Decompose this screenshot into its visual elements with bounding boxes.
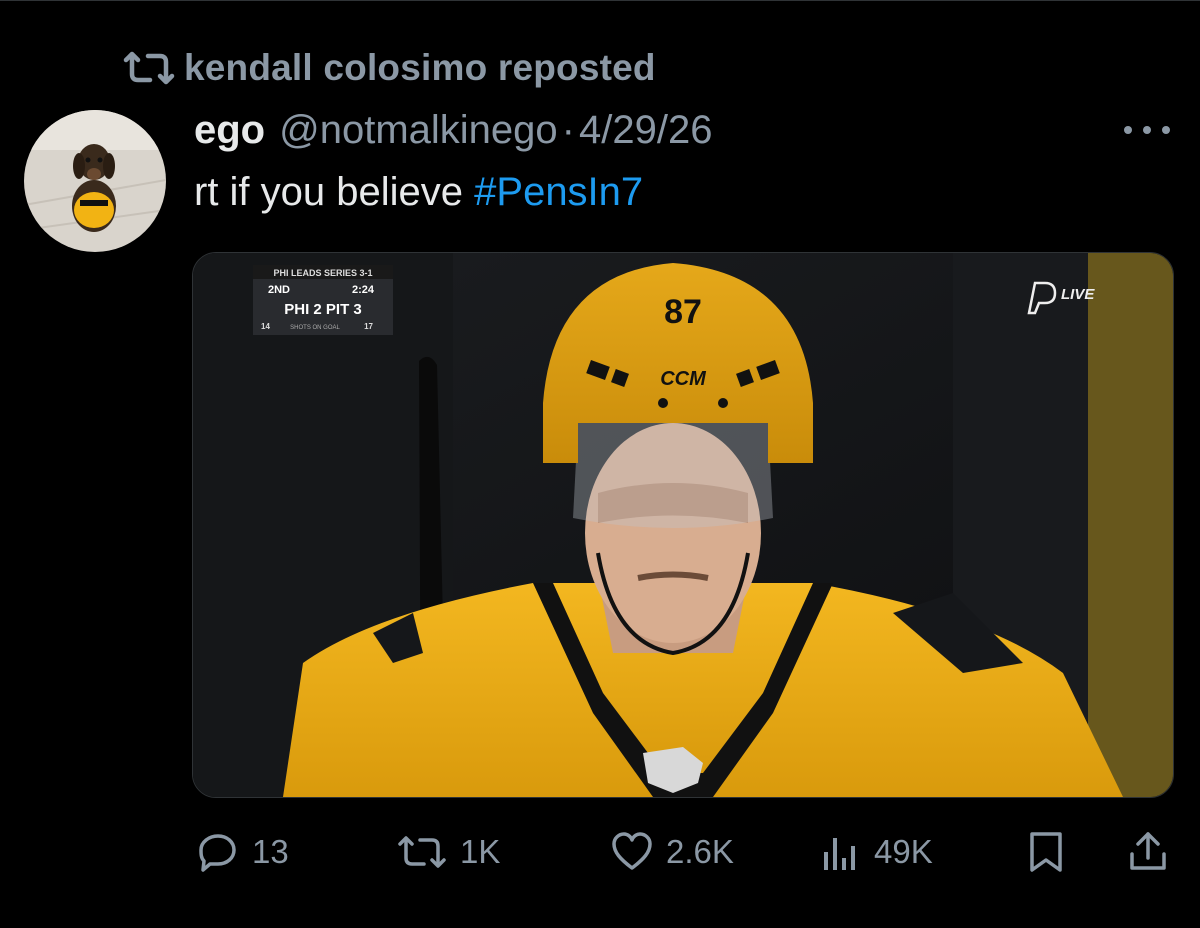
repost-text: kendall colosimo reposted bbox=[184, 47, 656, 88]
media-image: 87 CCM PHI LEADS SERIES 3-1 2ND 2:24 PHI… bbox=[193, 253, 1173, 797]
tweet-header: ego @notmalkinego · 4/29/26 bbox=[194, 108, 712, 160]
more-options-icon[interactable] bbox=[1124, 118, 1170, 142]
display-name[interactable]: ego bbox=[194, 108, 265, 153]
scorebug-shots-label: SHOTS ON GOAL bbox=[290, 325, 340, 331]
view-count: 49K bbox=[874, 833, 933, 870]
like-button[interactable]: 2.6K bbox=[610, 822, 734, 882]
heart-icon bbox=[612, 832, 652, 870]
avatar-image bbox=[24, 110, 166, 252]
reply-button[interactable]: 13 bbox=[196, 822, 289, 882]
action-bar: 13 1K 2.6K 49K bbox=[190, 822, 1180, 882]
separator-dot: · bbox=[561, 108, 575, 152]
share-button[interactable] bbox=[1126, 822, 1170, 882]
views-icon bbox=[824, 838, 855, 870]
scorebug-shots-right: 17 bbox=[364, 322, 373, 331]
repost-button[interactable]: 1K bbox=[396, 822, 500, 882]
bookmark-icon bbox=[1030, 832, 1062, 872]
bookmark-button[interactable] bbox=[1024, 822, 1068, 882]
scorebug: PHI LEADS SERIES 3-1 2ND 2:24 PHI 2 PIT … bbox=[253, 265, 393, 335]
reply-icon bbox=[199, 834, 236, 872]
like-count: 2.6K bbox=[666, 833, 734, 870]
scorebug-shots-left: 14 bbox=[261, 322, 270, 331]
avatar[interactable] bbox=[24, 110, 166, 252]
repost-icon bbox=[398, 836, 446, 868]
repost-indicator[interactable]: kendall colosimo reposted bbox=[120, 44, 656, 92]
repost-count: 1K bbox=[460, 833, 501, 870]
hashtag-link[interactable]: #PensIn7 bbox=[474, 170, 643, 214]
tweet-media[interactable]: 87 CCM PHI LEADS SERIES 3-1 2ND 2:24 PHI… bbox=[192, 252, 1174, 798]
views-button[interactable]: 49K bbox=[818, 822, 933, 882]
user-handle[interactable]: @notmalkinego bbox=[279, 108, 558, 153]
repost-icon bbox=[123, 51, 175, 85]
post-date[interactable]: 4/29/26 bbox=[579, 108, 712, 153]
scorebug-period: 2ND bbox=[268, 284, 290, 296]
helmet-brand: CCM bbox=[660, 368, 707, 390]
top-divider bbox=[0, 0, 1200, 1]
live-text: LIVE bbox=[1061, 286, 1095, 303]
reply-count: 13 bbox=[252, 833, 289, 870]
scorebug-clock: 2:24 bbox=[352, 284, 375, 296]
helmet-number: 87 bbox=[664, 293, 702, 331]
share-icon bbox=[1130, 832, 1166, 870]
tweet-text-body: rt if you believe bbox=[194, 170, 475, 214]
scorebug-score: PHI 2 PIT 3 bbox=[284, 301, 362, 318]
tweet-text: rt if you believe #PensIn7 bbox=[194, 170, 643, 215]
scorebug-series: PHI LEADS SERIES 3-1 bbox=[273, 268, 372, 278]
